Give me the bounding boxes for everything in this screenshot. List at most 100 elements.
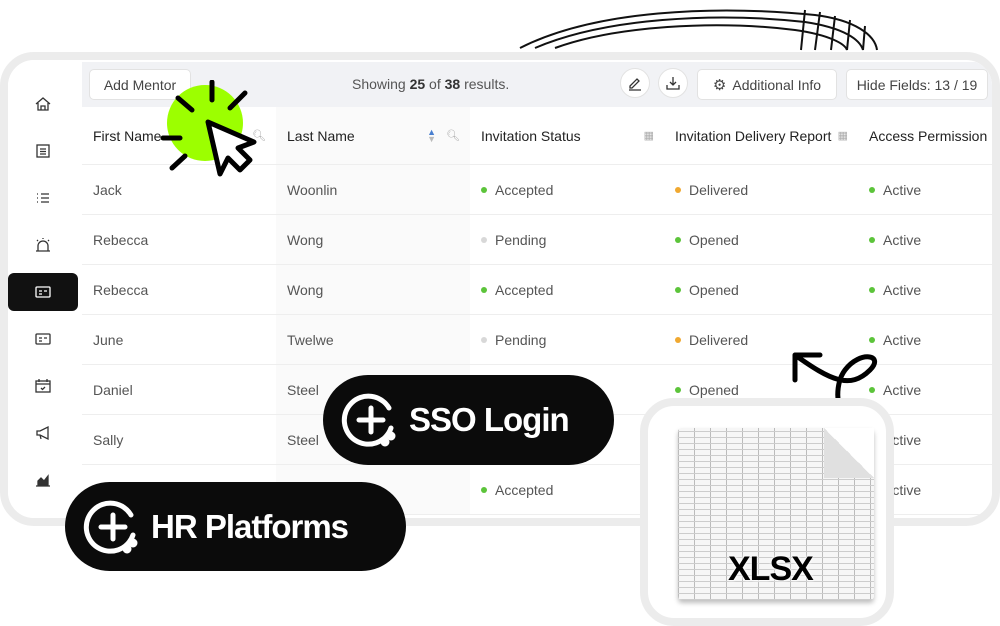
table-cell: Active xyxy=(858,165,992,214)
add-circle-icon xyxy=(341,393,396,447)
column-header-label: Access Permission xyxy=(869,127,988,144)
column-header-label: Invitation Delivery Report xyxy=(675,127,832,144)
cell-text: Delivered xyxy=(689,331,749,348)
grid-icon[interactable]: ▦ xyxy=(644,129,654,142)
add-circle-icon xyxy=(83,500,138,554)
sidebar-item-5[interactable] xyxy=(8,320,78,358)
edit-button[interactable] xyxy=(620,68,650,98)
table-cell: Active xyxy=(858,215,992,264)
table-cell: Opened xyxy=(664,265,858,314)
alarm-icon xyxy=(36,238,50,252)
column-header[interactable]: Last Name ▲ ▼ 🔍︎ xyxy=(276,107,470,164)
cell-text: Woonlin xyxy=(287,181,338,198)
table-cell: Rebecca xyxy=(82,265,276,314)
search-icon[interactable]: 🔍︎ xyxy=(446,129,460,142)
calendar-icon xyxy=(35,379,51,393)
download-button[interactable] xyxy=(658,68,688,98)
additional-info-button[interactable]: ⚙ Additional Info xyxy=(697,69,837,100)
status-dot-icon xyxy=(675,186,681,193)
column-header-label: Last Name xyxy=(287,127,355,144)
column-header[interactable]: Access Permission xyxy=(858,107,992,164)
status-dot-icon xyxy=(869,186,875,193)
column-header-label: Invitation Status xyxy=(481,127,581,144)
table-cell: Wong xyxy=(276,265,470,314)
cell-text: Active xyxy=(883,181,922,198)
table-cell: Pending xyxy=(470,315,664,364)
table-cell: Woonlin xyxy=(276,165,470,214)
grid-icon[interactable]: ▦ xyxy=(838,129,848,142)
cell-text: Twelwe xyxy=(287,331,334,348)
id-card-icon xyxy=(35,286,51,298)
cell-text: June xyxy=(93,331,124,348)
chart-icon xyxy=(36,474,50,487)
table-cell: Accepted xyxy=(470,165,664,214)
sidebar-item-1[interactable] xyxy=(8,132,78,170)
cell-text: Pending xyxy=(495,331,547,348)
hr-platforms-badge: HR Platforms xyxy=(65,482,406,571)
gear-icon: ⚙ xyxy=(712,76,727,94)
cell-text: Opened xyxy=(689,231,739,248)
column-header[interactable]: Invitation Delivery Report ▦ xyxy=(664,107,858,164)
sort-icon[interactable]: ▲ ▼ xyxy=(427,127,436,143)
table-row[interactable]: Rebecca Wong Accepted Opened Active xyxy=(82,265,992,315)
hide-fields-button[interactable]: Hide Fields: 13 / 19 xyxy=(846,69,988,100)
spreadsheet-thumbnail: XLSX xyxy=(678,428,874,600)
cell-text: Pending xyxy=(495,231,547,248)
table-cell: Opened xyxy=(664,215,858,264)
cursor-click-icon xyxy=(160,80,257,177)
table-cell: June xyxy=(82,315,276,364)
sidebar xyxy=(8,60,82,518)
list-box-icon xyxy=(36,144,50,158)
cell-text: Jack xyxy=(93,181,122,198)
xlsx-file-card: XLSX xyxy=(640,398,894,626)
sidebar-item-7[interactable] xyxy=(8,414,78,452)
home-icon xyxy=(35,97,51,111)
sso-login-label: SSO Login xyxy=(409,401,570,438)
status-dot-icon xyxy=(869,336,875,343)
cell-text: Sally xyxy=(93,431,124,448)
table-cell: Sally xyxy=(82,415,276,464)
sidebar-item-3[interactable] xyxy=(8,226,78,264)
status-dot-icon xyxy=(675,236,681,243)
results-count: Showing 25 of 38 results. xyxy=(352,76,510,92)
megaphone-icon xyxy=(36,425,49,441)
cell-text: Daniel xyxy=(93,381,133,398)
cell-text: Steel xyxy=(287,381,319,398)
column-header[interactable]: Invitation Status ▦ xyxy=(470,107,664,164)
download-icon xyxy=(666,77,680,90)
cell-text: Accepted xyxy=(495,481,554,498)
table-cell: Wong xyxy=(276,215,470,264)
cell-text: Active xyxy=(883,281,922,298)
cell-text: Delivered xyxy=(689,181,749,198)
column-header-label: First Name xyxy=(93,127,162,144)
additional-info-label: Additional Info xyxy=(732,76,822,93)
pencil-icon xyxy=(629,78,641,91)
status-dot-icon xyxy=(481,486,487,493)
cell-text: Opened xyxy=(689,281,739,298)
table-row[interactable]: Rebecca Wong Pending Opened Active xyxy=(82,215,992,265)
cell-text: Rebecca xyxy=(93,281,149,298)
list-icon xyxy=(37,193,49,203)
sidebar-item-6[interactable] xyxy=(8,367,78,405)
decorative-swirl xyxy=(519,9,878,51)
status-dot-icon xyxy=(481,186,487,193)
sidebar-item-0[interactable] xyxy=(8,85,78,123)
table-cell: Twelwe xyxy=(276,315,470,364)
id-card-icon xyxy=(35,333,51,345)
sidebar-item-4[interactable] xyxy=(8,273,78,311)
table-cell: Daniel xyxy=(82,365,276,414)
sidebar-item-2[interactable] xyxy=(8,179,78,217)
cell-text: Rebecca xyxy=(93,231,149,248)
sidebar-item-8[interactable] xyxy=(8,461,78,499)
xlsx-label: XLSX xyxy=(728,550,814,588)
cell-text: Accepted xyxy=(495,281,554,298)
status-dot-icon xyxy=(675,336,681,343)
status-dot-icon xyxy=(481,286,487,293)
status-dot-icon xyxy=(869,236,875,243)
cell-text: Opened xyxy=(689,381,739,398)
table-cell: Accepted xyxy=(470,265,664,314)
table-cell: Rebecca xyxy=(82,215,276,264)
cell-text: Wong xyxy=(287,281,324,298)
cell-text: Wong xyxy=(287,231,324,248)
table-cell: Pending xyxy=(470,215,664,264)
